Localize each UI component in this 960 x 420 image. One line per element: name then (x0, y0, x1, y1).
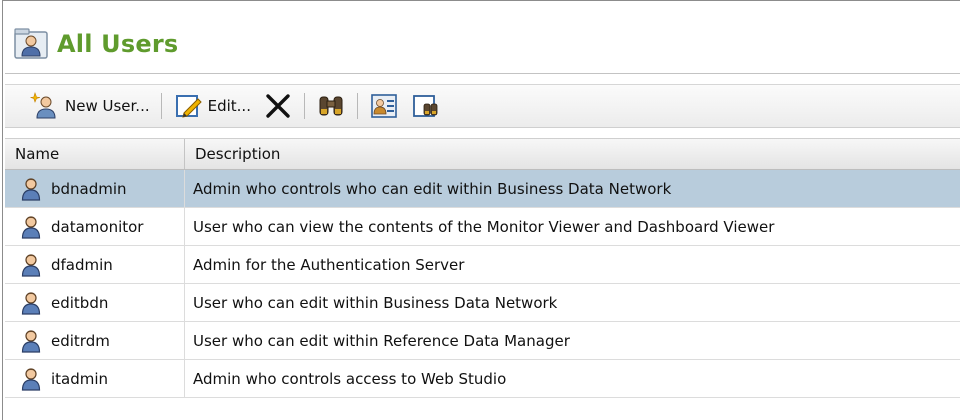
user-name-cell: editbdn (5, 284, 185, 321)
table-body: bdnadmin Admin who controls who can edit… (5, 170, 960, 398)
table-row[interactable]: editbdn User who can edit within Busines… (5, 284, 960, 322)
user-icon (21, 215, 41, 239)
user-name: editrdm (51, 331, 110, 350)
search-user-button[interactable] (408, 89, 444, 123)
user-name: datamonitor (51, 217, 144, 236)
user-name-cell: datamonitor (5, 208, 185, 245)
user-description: Admin who controls who can edit within B… (193, 179, 672, 198)
user-name-cell: editrdm (5, 322, 185, 359)
new-user-button[interactable]: New User... (27, 89, 153, 123)
user-name: bdnadmin (51, 179, 127, 198)
find-button[interactable] (313, 89, 349, 123)
table-row[interactable]: editrdm User who can edit within Referen… (5, 322, 960, 360)
user-icon (21, 329, 41, 353)
toolbar-separator (303, 93, 305, 119)
user-name-cell: itadmin (5, 360, 185, 397)
table-row[interactable]: itadmin Admin who controls access to Web… (5, 360, 960, 398)
panel-header: All Users (13, 23, 178, 65)
toolbar-separator (160, 93, 162, 119)
user-description: User who can view the contents of the Mo… (193, 217, 775, 236)
new-user-icon (30, 92, 56, 119)
header-divider (5, 73, 960, 74)
user-description: User who can edit within Reference Data … (193, 331, 570, 350)
column-header-name[interactable]: Name (5, 139, 185, 169)
user-description: Admin for the Authentication Server (193, 255, 465, 274)
user-icon (21, 177, 41, 201)
user-name: editbdn (51, 293, 109, 312)
edit-button[interactable]: Edit... (170, 89, 254, 123)
table-row[interactable]: datamonitor User who can view the conten… (5, 208, 960, 246)
new-user-label: New User... (65, 97, 150, 115)
user-icon (21, 291, 41, 315)
user-search-icon (413, 95, 438, 117)
user-properties-icon (371, 94, 397, 118)
users-panel: All Users New User... Edit... Name Descr… (2, 0, 960, 420)
user-description: Admin who controls access to Web Studio (193, 369, 507, 388)
table-row[interactable]: bdnadmin Admin who controls who can edit… (5, 170, 960, 208)
page-title: All Users (57, 30, 179, 58)
users-table: Name Description bdnadmin Admin who cont… (5, 138, 960, 398)
binoculars-icon (319, 96, 343, 116)
toolbar: New User... Edit... (5, 84, 960, 128)
edit-icon (175, 95, 202, 118)
user-icon (21, 367, 41, 391)
user-name-cell: bdnadmin (5, 170, 185, 207)
table-row[interactable]: dfadmin Admin for the Authentication Ser… (5, 246, 960, 284)
user-icon (21, 253, 41, 277)
user-description: User who can edit within Business Data N… (193, 293, 558, 312)
user-name: itadmin (51, 369, 109, 388)
table-header: Name Description (5, 138, 960, 170)
edit-label: Edit... (207, 97, 251, 115)
user-name-cell: dfadmin (5, 246, 185, 283)
column-header-description[interactable]: Description (185, 139, 960, 169)
delete-button[interactable] (260, 89, 296, 123)
toolbar-separator (356, 93, 358, 119)
users-folder-icon (14, 28, 48, 59)
properties-button[interactable] (366, 89, 402, 123)
user-name: dfadmin (51, 255, 113, 274)
delete-x-icon (266, 94, 290, 118)
